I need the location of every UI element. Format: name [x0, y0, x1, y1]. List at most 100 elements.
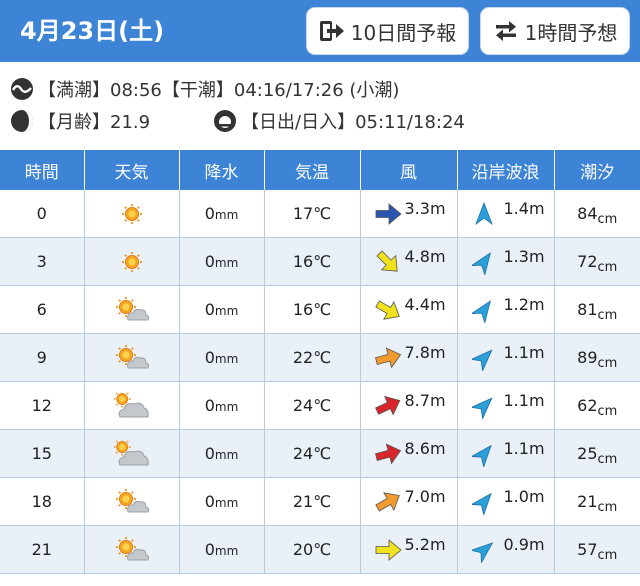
precip-unit: mm [214, 304, 239, 318]
precip-value: 0 [204, 396, 215, 415]
cell-tide: 25cm [554, 429, 640, 478]
ten-day-forecast-label: 10日間予報 [350, 20, 457, 45]
tide-info-text: 【満潮】08:56【干潮】04:16/17:26 (小潮) [38, 80, 400, 101]
col-header-temp: 気温 [264, 150, 361, 190]
cell-time: 3 [0, 237, 85, 286]
wind-speed: 4.4m [404, 295, 446, 314]
time-value: 0 [36, 204, 47, 223]
wind-direction-arrow-icon [374, 491, 400, 512]
table-row: 12 0mm 24℃ 8.7m 1.1m 62cm [0, 381, 640, 430]
col-header-wave: 沿岸波浪 [457, 150, 555, 190]
temp-unit: ℃ [313, 300, 332, 319]
exit-arrow-icon [319, 21, 344, 41]
col-header-weather: 天気 [84, 150, 180, 190]
tide-value: 62 [577, 396, 598, 415]
cell-tide: 84cm [554, 190, 640, 238]
cell-wave: 1.4m [457, 190, 555, 238]
cell-time: 6 [0, 285, 85, 334]
wind-direction-arrow-icon [375, 249, 398, 272]
time-value: 15 [31, 444, 52, 463]
tide-unit: cm [597, 500, 618, 515]
col-header-wind: 風 [360, 150, 458, 190]
cell-wave: 1.0m [457, 477, 555, 526]
table-row: 3 0mm 16℃ 4.8m 1.3m 72cm [0, 237, 640, 286]
cell-weather [84, 237, 180, 286]
precip-value: 0 [204, 348, 215, 367]
wave-direction-arrow-icon [471, 541, 493, 563]
time-value: 3 [36, 252, 47, 271]
cell-wind: 7.0m [360, 477, 458, 526]
cell-weather [84, 190, 180, 238]
wind-speed: 8.7m [404, 391, 446, 410]
cell-wind: 8.7m [360, 381, 458, 430]
cell-wave: 1.1m [457, 333, 555, 382]
table-row: 0 0mm 17℃ 3.3m 1.4m 84cm [0, 190, 640, 238]
wind-speed: 3.3m [404, 199, 446, 218]
cell-tide: 21cm [554, 477, 640, 526]
cell-precip: 0mm [179, 285, 265, 334]
one-hour-forecast-label: 1時間予想 [524, 20, 618, 45]
cell-wind: 8.6m [360, 429, 458, 478]
temp-value: 24 [292, 396, 314, 415]
col-header-tide: 潮汐 [554, 150, 640, 190]
tide-value: 72 [577, 252, 598, 271]
cell-precip: 0mm [179, 381, 265, 430]
table-row: 18 0mm 21℃ 7.0m 1.0m 21cm [0, 477, 640, 526]
cell-time: 18 [0, 477, 85, 526]
wind-direction-arrow-icon [374, 395, 400, 416]
wind-speed: 5.2m [404, 535, 446, 554]
temp-unit: ℃ [313, 492, 332, 511]
tide-wave-icon [11, 78, 33, 100]
sunny-cloudy-icon [115, 488, 149, 512]
cell-wind: 5.2m [360, 525, 458, 574]
cell-tide: 81cm [554, 285, 640, 334]
cell-precip: 0mm [179, 190, 265, 238]
temp-value: 16 [292, 252, 314, 271]
wave-direction-arrow-icon [471, 396, 493, 419]
cell-temp: 20℃ [264, 525, 361, 574]
moon-age-info: 【月齢】21.9 [10, 108, 150, 134]
tide-unit: cm [597, 404, 618, 419]
cell-precip: 0mm [179, 237, 265, 286]
temp-value: 17 [292, 204, 314, 223]
wave-direction-arrow-icon [471, 348, 493, 371]
table-row: 21 0mm 20℃ 5.2m 0.9m 57cm [0, 525, 640, 574]
wind-direction-arrow-icon [375, 202, 402, 225]
wind-speed: 7.0m [404, 487, 446, 506]
sunny-cloudy-icon [115, 296, 149, 320]
cell-precip: 0mm [179, 525, 265, 574]
wave-direction-arrow-icon [471, 492, 492, 515]
temp-unit: ℃ [313, 204, 332, 223]
time-value: 21 [31, 540, 52, 559]
wave-direction-arrow-icon [471, 444, 492, 467]
cell-wind: 4.4m [360, 285, 458, 334]
cell-temp: 24℃ [264, 381, 361, 430]
time-value: 18 [31, 492, 52, 511]
wave-direction-arrow-icon [471, 251, 491, 275]
tide-unit: cm [597, 212, 618, 227]
cell-time: 21 [0, 525, 85, 574]
tide-value: 25 [577, 444, 598, 463]
sunrise-sunset-text: 【日出/日入】05:11/18:24 [241, 112, 465, 133]
wave-height: 1.3m [503, 247, 545, 266]
ten-day-forecast-button[interactable]: 10日間予報 [306, 7, 469, 55]
temp-value: 24 [292, 444, 314, 463]
cell-wind: 7.8m [360, 333, 458, 382]
precip-value: 0 [204, 300, 215, 319]
cell-weather [84, 429, 180, 478]
precip-unit: mm [214, 400, 239, 414]
temp-unit: ℃ [313, 348, 332, 367]
forecast-table: 時間 天気 降水 気温 風 沿岸波浪 潮汐 0 0mm 17℃ 3.3m 1.4m 84c… [0, 150, 640, 574]
time-value: 12 [31, 396, 52, 415]
cell-temp: 21℃ [264, 477, 361, 526]
time-value: 6 [36, 300, 47, 319]
moon-age-text: 【月齢】21.9 [38, 112, 151, 133]
tide-unit: cm [597, 260, 618, 275]
cell-wave: 1.3m [457, 237, 555, 286]
wind-direction-arrow-icon [374, 299, 400, 320]
wave-height: 1.0m [503, 487, 545, 506]
one-hour-forecast-button[interactable]: 1時間予想 [480, 7, 630, 55]
precip-unit: mm [214, 448, 239, 462]
tide-unit: cm [597, 308, 618, 323]
cell-weather [84, 381, 180, 430]
